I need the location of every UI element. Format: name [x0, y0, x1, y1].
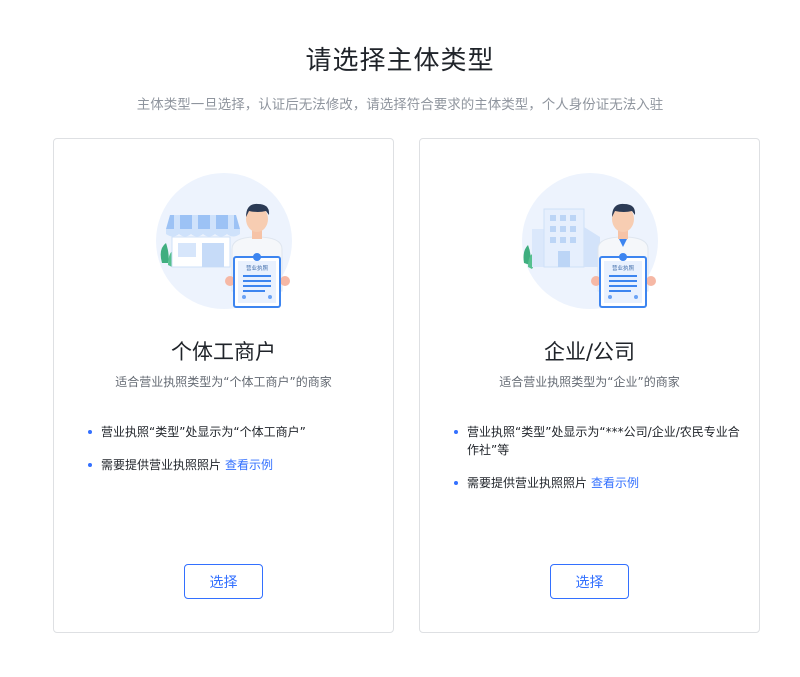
- requirement-text: 需要提供营业执照照片: [101, 458, 222, 472]
- bullet-icon: [454, 481, 458, 485]
- subject-type-page: 请选择主体类型 主体类型一旦选择，认证后无法修改，请选择符合要求的主体类型，个人…: [0, 0, 800, 677]
- view-example-link[interactable]: 查看示例: [225, 458, 273, 472]
- page-subtitle: 主体类型一旦选择，认证后无法修改，请选择符合要求的主体类型，个人身份证无法入驻: [136, 97, 664, 113]
- requirement-item: 营业执照“类型”处显示为“***公司/企业/农民专业合作社”等: [454, 423, 744, 459]
- card-enterprise-company: 营业执照 企业/公司 适合营业执照类型为“企业”的商家 营业执照“类型”处显示为…: [419, 138, 760, 633]
- bullet-icon: [88, 463, 92, 467]
- requirement-item: 营业执照“类型”处显示为“个体工商户”: [88, 423, 378, 441]
- view-example-link[interactable]: 查看示例: [591, 476, 639, 490]
- requirement-text: 营业执照“类型”处显示为“个体工商户”: [101, 425, 306, 439]
- office-building-icon: 营业执照: [522, 173, 658, 309]
- svg-text:营业执照: 营业执照: [612, 264, 635, 272]
- storefront-icon: 营业执照: [156, 173, 292, 309]
- card-title: 企业/公司: [543, 340, 636, 364]
- requirements-list: 营业执照“类型”处显示为“个体工商户” 需要提供营业执照照片 查看示例: [88, 423, 378, 489]
- card-title: 个体工商户: [171, 340, 276, 364]
- card-description: 适合营业执照类型为“个体工商户”的商家: [115, 375, 332, 389]
- select-button[interactable]: 选择: [550, 564, 629, 599]
- requirement-text: 需要提供营业执照照片: [467, 476, 588, 490]
- page-title: 请选择主体类型: [305, 46, 495, 76]
- bullet-icon: [454, 430, 458, 434]
- card-individual-business: 营业执照 个体工商户 适合营业执照类型为“个体工商户”的商家 营业执照“类型”处…: [53, 138, 394, 633]
- requirements-list: 营业执照“类型”处显示为“***公司/企业/农民专业合作社”等 需要提供营业执照…: [454, 423, 744, 507]
- requirement-item: 需要提供营业执照照片 查看示例: [88, 456, 378, 474]
- bullet-icon: [88, 430, 92, 434]
- requirement-text: 营业执照“类型”处显示为“***公司/企业/农民专业合作社”等: [467, 425, 740, 457]
- svg-text:营业执照: 营业执照: [246, 264, 269, 272]
- card-description: 适合营业执照类型为“企业”的商家: [499, 375, 680, 389]
- requirement-item: 需要提供营业执照照片 查看示例: [454, 474, 744, 492]
- select-button[interactable]: 选择: [184, 564, 263, 599]
